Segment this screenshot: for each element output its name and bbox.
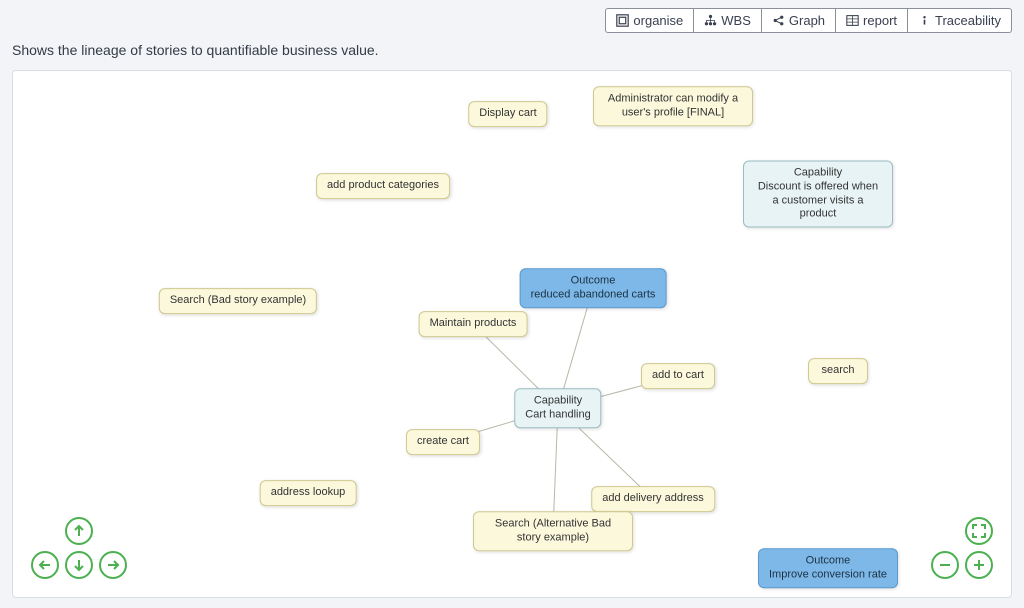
node-search-bad[interactable]: Search (Bad story example) [159,288,317,314]
node-admin-modify[interactable]: Administrator can modify a user's profil… [593,86,753,126]
tab-wbs-label: WBS [721,13,751,28]
arrow-right-icon [105,557,121,573]
arrow-left-icon [37,557,53,573]
pan-up-button[interactable] [65,517,93,545]
square-layout-icon [616,14,629,27]
node-label: Improve conversion rate [769,568,887,580]
node-capability-cart[interactable]: CapabilityCart handling [514,388,601,428]
tab-wbs[interactable]: WBS [693,8,762,33]
node-outcome-conversion[interactable]: OutcomeImprove conversion rate [758,548,898,588]
plus-icon [971,557,987,573]
node-label: add delivery address [602,492,704,504]
node-add-to-cart[interactable]: add to cart [641,363,715,389]
node-address-lookup[interactable]: address lookup [260,480,357,506]
tab-report[interactable]: report [835,8,908,33]
node-label: add to cart [652,369,704,381]
node-create-cart[interactable]: create cart [406,429,480,455]
view-tabs: organise WBS Graph report Traceability [605,8,1012,33]
pan-right-button[interactable] [99,551,127,579]
tab-graph-label: Graph [789,13,825,28]
node-label: Search (Alternative Bad story example) [495,517,611,543]
tab-traceability-label: Traceability [935,13,1001,28]
pan-down-button[interactable] [65,551,93,579]
node-label: add product categories [327,179,439,191]
node-label: Discount is offered when a customer visi… [758,180,878,220]
node-label: search [821,364,854,376]
zoom-in-button[interactable] [965,551,993,579]
share-nodes-icon [772,14,785,27]
node-kicker: Outcome [769,554,887,568]
tab-organise[interactable]: organise [605,8,694,33]
fit-screen-icon [971,523,987,539]
node-label: address lookup [271,486,346,498]
tab-organise-label: organise [633,13,683,28]
node-display-cart[interactable]: Display cart [468,101,547,127]
graph-canvas[interactable]: Display cart Administrator can modify a u… [13,71,1011,597]
table-icon [846,14,859,27]
node-kicker: Capability [525,394,590,408]
arrow-down-icon [71,557,87,573]
pan-left-button[interactable] [31,551,59,579]
node-search-alt-bad[interactable]: Search (Alternative Bad story example) [473,511,633,551]
zoom-fit-button[interactable] [965,517,993,545]
node-maintain-products[interactable]: Maintain products [419,311,528,337]
node-label: create cart [417,435,469,447]
graph-canvas-frame: Display cart Administrator can modify a u… [12,70,1012,598]
node-outcome-abandoned[interactable]: Outcomereduced abandoned carts [520,268,667,308]
node-label: Search (Bad story example) [170,294,306,306]
node-label: reduced abandoned carts [531,288,656,300]
node-label: Display cart [479,107,536,119]
node-add-prod-cat[interactable]: add product categories [316,173,450,199]
node-capability-discount[interactable]: CapabilityDiscount is offered when a cus… [743,161,893,228]
arrow-up-icon [71,523,87,539]
hierarchy-icon [704,14,717,27]
info-icon [918,14,931,27]
node-search[interactable]: search [808,358,868,384]
node-kicker: Outcome [531,274,656,288]
node-label: Maintain products [430,317,517,329]
node-label: Cart handling [525,408,590,420]
tab-traceability[interactable]: Traceability [907,8,1012,33]
page-description: Shows the lineage of stories to quantifi… [12,42,379,58]
node-add-delivery[interactable]: add delivery address [591,486,715,512]
tab-report-label: report [863,13,897,28]
minus-icon [937,557,953,573]
node-label: Administrator can modify a user's profil… [608,92,738,118]
zoom-out-button[interactable] [931,551,959,579]
tab-graph[interactable]: Graph [761,8,836,33]
node-kicker: Capability [754,167,882,181]
